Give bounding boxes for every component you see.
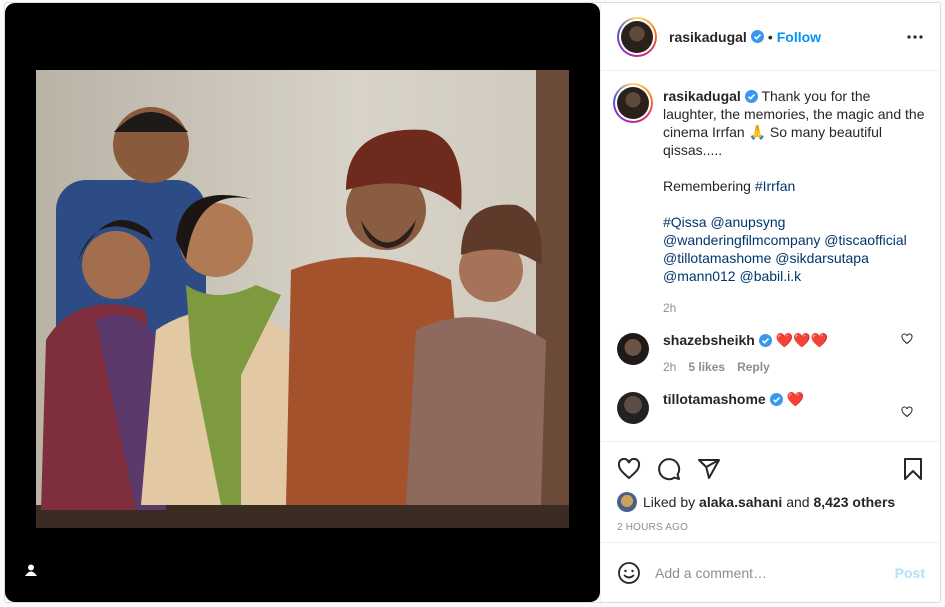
- comment-likes[interactable]: 5 likes: [688, 358, 725, 376]
- comments-section[interactable]: rasikadugal Thank you for the laughter, …: [601, 71, 940, 441]
- tag-link[interactable]: @tillotamashome: [663, 250, 771, 266]
- tag-link[interactable]: @mann012: [663, 268, 736, 284]
- commenter-avatar[interactable]: [617, 333, 649, 365]
- paper-plane-icon[interactable]: [697, 457, 721, 481]
- likes-middle: and: [786, 494, 810, 510]
- verified-badge-icon: [758, 334, 772, 347]
- liker-avatar[interactable]: [617, 492, 637, 512]
- likes-prefix: Liked by: [643, 494, 696, 510]
- heart-icon[interactable]: [617, 457, 641, 481]
- commenter-username[interactable]: shazebsheikh: [663, 332, 755, 348]
- instagram-post: rasikadugal • Follow rasikadugal Thank y…: [4, 2, 941, 603]
- verified-badge-icon: [750, 30, 764, 43]
- caption-tags: #Qissa @anupsyng @wanderingfilmcompany @…: [663, 213, 925, 285]
- caption-avatar[interactable]: [613, 83, 653, 123]
- avatar-image: [621, 20, 653, 53]
- comment-meta: 2h 5 likes Reply: [663, 358, 925, 376]
- reply-button[interactable]: Reply: [737, 358, 770, 376]
- tag-link[interactable]: @babil.i.k: [739, 268, 801, 284]
- verified-badge-icon: [744, 90, 758, 103]
- heart-icon[interactable]: [901, 406, 913, 418]
- comment-icon[interactable]: [657, 457, 681, 481]
- user-tag-icon: [25, 564, 37, 576]
- emoji-icon[interactable]: [617, 561, 641, 585]
- tag-link[interactable]: @tiscaofficial: [824, 232, 906, 248]
- caption-body: rasikadugal Thank you for the laughter, …: [663, 87, 925, 317]
- commenter-avatar[interactable]: [617, 392, 649, 424]
- caption-username[interactable]: rasikadugal: [663, 88, 741, 104]
- follow-button[interactable]: Follow: [777, 29, 821, 45]
- post-comment-button[interactable]: Post: [895, 565, 925, 581]
- hashtag-link[interactable]: #Irrfan: [755, 178, 795, 194]
- more-options-icon[interactable]: [905, 27, 925, 47]
- post-media: [5, 3, 600, 602]
- likes-summary: Liked by alaka.sahani and 8,423 others: [617, 490, 925, 514]
- post-side-panel: rasikadugal • Follow rasikadugal Thank y…: [600, 3, 940, 602]
- liker-username[interactable]: alaka.sahani: [699, 494, 782, 510]
- separator-dot: •: [767, 28, 773, 45]
- post-actions: Liked by alaka.sahani and 8,423 others 2…: [601, 441, 940, 533]
- action-icons: [617, 448, 925, 490]
- caption-meta: 2h: [663, 299, 925, 317]
- post-timestamp[interactable]: 2 HOURS AGO: [617, 522, 925, 533]
- caption: rasikadugal Thank you for the laughter, …: [613, 83, 925, 317]
- author-avatar[interactable]: [617, 16, 657, 57]
- bookmark-icon[interactable]: [901, 457, 925, 481]
- comment-item: tillotamashome ❤️: [617, 390, 925, 424]
- tag-link[interactable]: @wanderingfilmcompany: [663, 232, 820, 248]
- comment-item: shazebsheikh ❤️❤️❤️ 2h 5 likes Reply: [617, 331, 925, 376]
- tag-link[interactable]: #Qissa: [663, 214, 707, 230]
- caption-remembering: Remembering: [663, 178, 755, 194]
- comment-text: ❤️❤️❤️: [775, 332, 829, 348]
- tag-link[interactable]: @anupsyng: [710, 214, 785, 230]
- post-photo[interactable]: [36, 70, 569, 528]
- likes-others[interactable]: 8,423 others: [813, 494, 895, 510]
- post-header: rasikadugal • Follow: [601, 3, 940, 71]
- header-meta: rasikadugal • Follow: [669, 29, 821, 45]
- comment-input[interactable]: [655, 564, 895, 581]
- verified-badge-icon: [769, 393, 783, 406]
- add-comment-bar: Post: [601, 542, 940, 602]
- comment-time: 2h: [663, 360, 677, 374]
- commenter-username[interactable]: tillotamashome: [663, 391, 766, 407]
- comment-text: ❤️: [786, 391, 805, 407]
- caption-time: 2h: [663, 301, 677, 315]
- tag-link[interactable]: @sikdarsutapa: [775, 250, 869, 266]
- user-tag-button[interactable]: [19, 558, 43, 582]
- author-username[interactable]: rasikadugal: [669, 29, 747, 45]
- heart-icon[interactable]: [901, 333, 913, 345]
